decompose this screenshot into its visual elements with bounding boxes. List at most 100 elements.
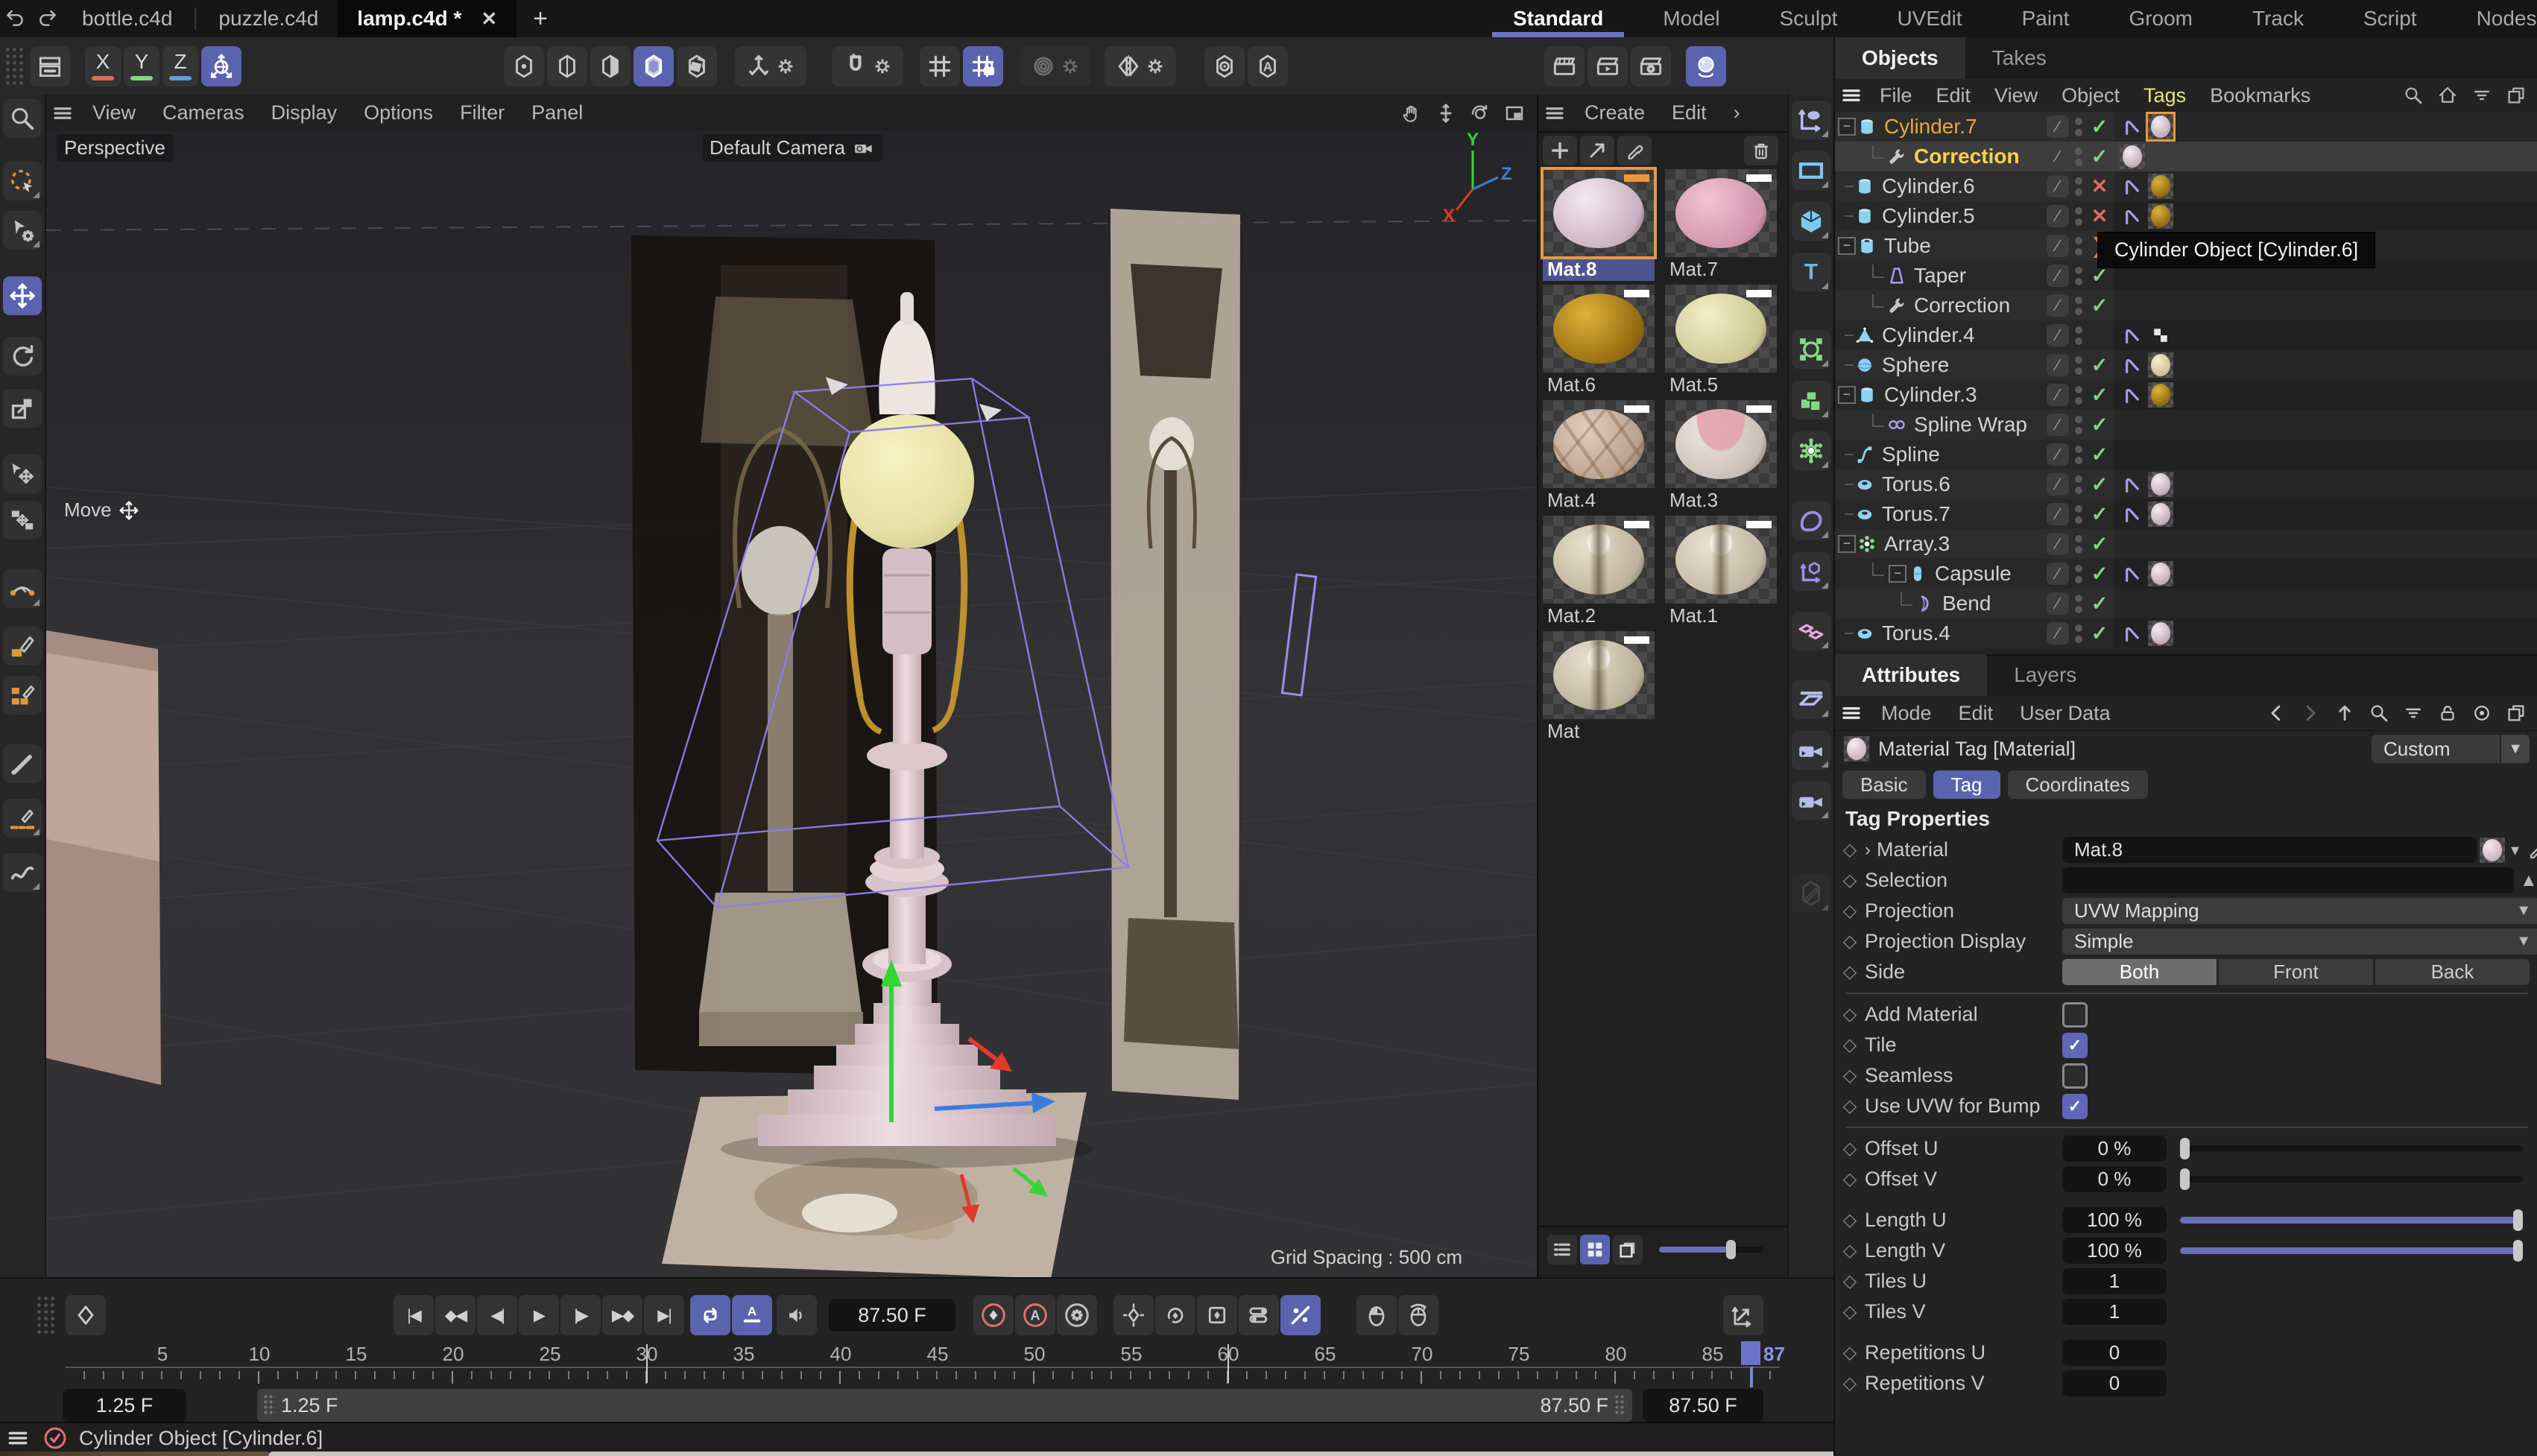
brush-tool[interactable] <box>3 744 42 783</box>
enabled-state[interactable]: ✓ <box>2087 410 2112 440</box>
parent-icon[interactable] <box>2328 697 2361 729</box>
range-start-grip[interactable] <box>263 1394 275 1417</box>
primitive-object-group[interactable] <box>1792 202 1830 241</box>
enabled-state[interactable]: ✓ <box>2087 142 2112 171</box>
enabled-state[interactable]: ✓ <box>2087 380 2112 410</box>
sketch-spline-tool[interactable] <box>3 627 42 665</box>
viewport-menu-icon[interactable] <box>46 97 79 130</box>
attr-lock-icon[interactable] <box>2431 697 2464 729</box>
material-tag[interactable] <box>2148 203 2173 229</box>
expand-field-icon[interactable]: › <box>1865 840 1871 861</box>
timeline-grip[interactable] <box>36 1295 55 1335</box>
material-thumbnail[interactable] <box>1543 516 1655 604</box>
material-thumbnail[interactable] <box>1665 400 1777 488</box>
autokey-button[interactable]: A <box>732 1295 772 1335</box>
visibility-dots[interactable] <box>2071 231 2086 261</box>
scale-tool[interactable] <box>3 389 42 428</box>
material-tag[interactable] <box>2148 561 2173 586</box>
layer-toggle[interactable]: ∕ <box>2046 171 2070 201</box>
visibility-dots[interactable] <box>2071 410 2086 440</box>
value-field[interactable]: 0 <box>2062 1370 2167 1396</box>
slider-length-v[interactable] <box>2180 1247 2523 1254</box>
keying-settings-button[interactable] <box>1057 1295 1097 1335</box>
segment-back[interactable]: Back <box>2375 959 2530 985</box>
material-tag[interactable] <box>2148 501 2173 527</box>
layer-toggle[interactable]: ∕ <box>2046 529 2070 559</box>
mouse-scrub-button[interactable] <box>1398 1295 1438 1335</box>
layer-toggle[interactable]: ∕ <box>2046 231 2070 261</box>
rotate-tool[interactable] <box>3 337 42 376</box>
expand-toggle[interactable]: − <box>1838 118 1856 136</box>
layer-toggle[interactable]: ∕ <box>2046 350 2070 380</box>
layout-item-groom[interactable]: Groom <box>2099 0 2222 37</box>
history-forward-icon[interactable] <box>2294 697 2327 729</box>
object-label[interactable]: Cylinder.7 <box>1884 115 1977 139</box>
viewport-menu-display[interactable]: Display <box>258 101 351 124</box>
phong-tag[interactable] <box>2120 323 2145 348</box>
phong-tag[interactable] <box>2120 352 2145 378</box>
layer-toggle[interactable]: ∕ <box>2046 440 2070 469</box>
animation-dot-icon[interactable]: ◇ <box>1835 1240 1865 1262</box>
spline-pen-group[interactable] <box>1792 101 1830 139</box>
visibility-dots[interactable] <box>2071 320 2086 350</box>
attr-tab-layers[interactable]: Layers <box>1987 654 2103 696</box>
enabled-state[interactable] <box>2087 320 2112 350</box>
grid-button[interactable] <box>920 46 960 86</box>
visibility-dots[interactable] <box>2071 171 2086 201</box>
layer-toggle[interactable]: ∕ <box>2046 291 2070 320</box>
attr-filter-icon[interactable] <box>2397 697 2430 729</box>
material-item[interactable]: Mat.2 <box>1543 516 1661 627</box>
object-label[interactable]: Cylinder.3 <box>1884 383 1977 407</box>
object-row-torus-6[interactable]: Torus.6∕✓ <box>1835 469 2537 499</box>
preset-dropdown[interactable]: Custom <box>2372 735 2500 763</box>
range-end-field[interactable]: 87.50 F <box>1643 1389 1763 1422</box>
spline-sketch-tool[interactable] <box>3 853 42 892</box>
object-label[interactable]: Torus.6 <box>1882 472 1950 496</box>
layer-toggle[interactable]: ∕ <box>2046 201 2070 231</box>
attr-menu-icon[interactable] <box>1835 697 1868 729</box>
visibility-dots[interactable] <box>2071 618 2086 648</box>
layer-toggle[interactable]: ∕ <box>2046 410 2070 440</box>
om-tab-takes[interactable]: Takes <box>1965 37 2073 79</box>
material-thumbnail[interactable] <box>1665 285 1777 373</box>
viewport-menu-filter[interactable]: Filter <box>446 101 518 124</box>
grid-view-button[interactable] <box>1580 1235 1610 1264</box>
visibility-dots[interactable] <box>2071 201 2086 231</box>
layer-view-button[interactable] <box>1613 1235 1643 1264</box>
current-frame-field[interactable]: 87.50 F <box>829 1299 955 1332</box>
animation-dot-icon[interactable]: ◇ <box>1835 1138 1865 1159</box>
material-link-thumb[interactable] <box>2480 838 2505 863</box>
phong-tag[interactable] <box>2120 114 2145 139</box>
animation-dot-icon[interactable]: ◇ <box>1835 1004 1865 1025</box>
world-coordinates-button[interactable] <box>201 46 241 86</box>
object-label[interactable]: Torus.7 <box>1882 502 1950 526</box>
layer-toggle[interactable]: ∕ <box>2046 380 2070 410</box>
deformer-group[interactable] <box>1792 501 1830 540</box>
material-link-arrow[interactable]: ▾ <box>2511 841 2519 860</box>
object-label[interactable]: Torus.4 <box>1882 621 1950 645</box>
phong-tag[interactable] <box>2120 203 2145 229</box>
material-item[interactable]: Mat.6 <box>1543 285 1661 396</box>
render-view-button[interactable] <box>1544 46 1585 86</box>
key-parameter-button[interactable] <box>1239 1295 1279 1335</box>
expand-toggle[interactable]: − <box>1838 237 1856 255</box>
tweak-tool[interactable] <box>3 211 42 250</box>
live-selection-tool[interactable] <box>3 162 42 200</box>
undo-button[interactable] <box>0 3 31 34</box>
object-row-correction[interactable]: Correction∕✓ <box>1835 291 2537 320</box>
snap-settings-button[interactable] <box>832 46 903 86</box>
key-rotation-button[interactable] <box>1155 1295 1195 1335</box>
animation-dot-icon[interactable]: ◇ <box>1835 870 1865 891</box>
polygons-mode-button[interactable] <box>634 46 674 86</box>
material-item[interactable]: Mat.3 <box>1665 400 1783 512</box>
animation-dot-icon[interactable]: ◇ <box>1835 1168 1865 1190</box>
value-field[interactable]: 1 <box>2062 1299 2167 1325</box>
layout-item-nodes[interactable]: Nodes <box>2447 0 2537 37</box>
layer-toggle[interactable]: ∕ <box>2046 261 2070 291</box>
visibility-dots[interactable] <box>2071 499 2086 529</box>
om-menu-tags[interactable]: Tags <box>2132 84 2198 107</box>
new-material-button[interactable] <box>1543 136 1577 165</box>
toolbar-grip[interactable] <box>4 46 24 86</box>
animation-dot-icon[interactable]: ◇ <box>1835 1342 1865 1364</box>
visibility-dots[interactable] <box>2071 261 2086 291</box>
